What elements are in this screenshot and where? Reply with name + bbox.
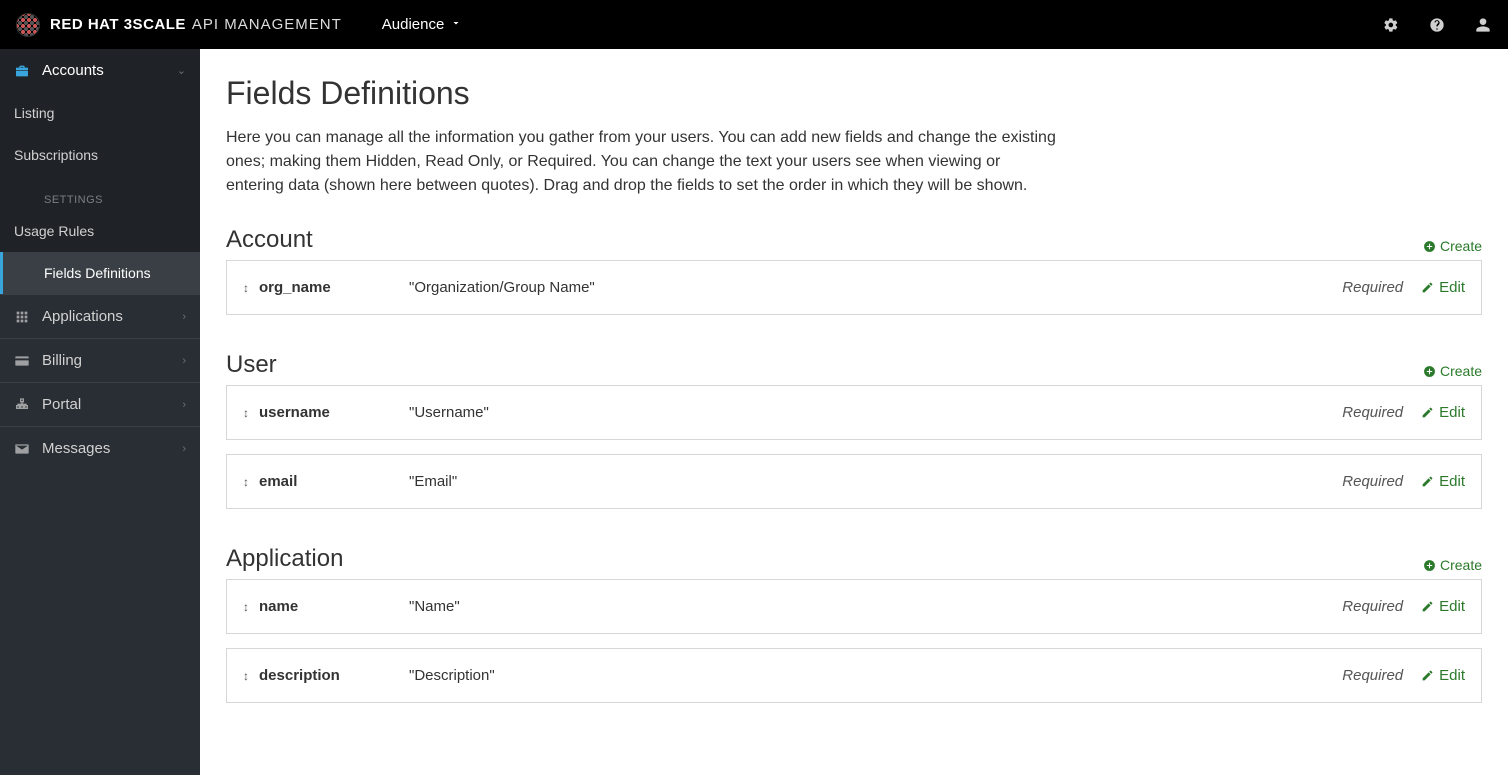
- section-title: User: [226, 351, 277, 379]
- field-name: description: [259, 667, 409, 684]
- field-status: Required: [1342, 473, 1403, 490]
- brand-text: RED HAT 3SCALE API MANAGEMENT: [50, 16, 342, 33]
- help-icon[interactable]: [1428, 16, 1446, 34]
- mail-icon: [14, 441, 30, 457]
- sidebar-item-messages[interactable]: Messages ›: [0, 426, 200, 470]
- edit-label: Edit: [1439, 404, 1465, 421]
- page-title: Fields Definitions: [226, 75, 1482, 112]
- pencil-icon: [1421, 281, 1434, 294]
- card-icon: [14, 353, 30, 369]
- edit-label: Edit: [1439, 667, 1465, 684]
- field-label: "Description": [409, 667, 1342, 684]
- drag-handle-icon[interactable]: ↕: [243, 281, 249, 295]
- drag-handle-icon[interactable]: ↕: [243, 406, 249, 420]
- gear-icon[interactable]: [1382, 16, 1400, 34]
- edit-button[interactable]: Edit: [1421, 667, 1465, 684]
- section-account: Account Create ↕ org_name "Organization/…: [226, 226, 1482, 315]
- edit-button[interactable]: Edit: [1421, 404, 1465, 421]
- plus-circle-icon: [1423, 559, 1436, 572]
- sidebar-item-accounts[interactable]: Accounts ⌄: [0, 49, 200, 92]
- top-header: RED HAT 3SCALE API MANAGEMENT Audience: [0, 0, 1508, 49]
- field-name: name: [259, 598, 409, 615]
- sitemap-icon: [14, 397, 30, 413]
- sidebar-item-applications[interactable]: Applications ›: [0, 294, 200, 338]
- create-button[interactable]: Create: [1423, 363, 1482, 379]
- brand-sub: API MANAGEMENT: [192, 16, 342, 33]
- create-label: Create: [1440, 238, 1482, 254]
- field-label: "Username": [409, 404, 1342, 421]
- drag-handle-icon[interactable]: ↕: [243, 475, 249, 489]
- section-application: Application Create ↕ name "Name" Require…: [226, 545, 1482, 703]
- section-user: User Create ↕ username "Username" Requir…: [226, 351, 1482, 509]
- sidebar-sub-subscriptions[interactable]: Subscriptions: [0, 134, 200, 176]
- sidebar-sub-fields-definitions[interactable]: Fields Definitions: [0, 252, 200, 294]
- plus-circle-icon: [1423, 365, 1436, 378]
- main-content: Fields Definitions Here you can manage a…: [200, 49, 1508, 775]
- sidebar-item-label: Portal: [42, 396, 81, 413]
- section-title: Account: [226, 226, 313, 254]
- grid-icon: [14, 309, 30, 325]
- sidebar-item-label: Billing: [42, 352, 82, 369]
- edit-label: Edit: [1439, 279, 1465, 296]
- pencil-icon: [1421, 669, 1434, 682]
- context-dropdown[interactable]: Audience: [382, 16, 463, 33]
- plus-circle-icon: [1423, 240, 1436, 253]
- field-label: "Name": [409, 598, 1342, 615]
- pencil-icon: [1421, 406, 1434, 419]
- field-status: Required: [1342, 667, 1403, 684]
- top-actions: [1382, 16, 1492, 34]
- field-row: ↕ description "Description" Required Edi…: [226, 648, 1482, 703]
- field-name: username: [259, 404, 409, 421]
- chevron-down-icon: [450, 16, 462, 33]
- field-row: ↕ name "Name" Required Edit: [226, 579, 1482, 634]
- sidebar-subheading-settings: Settings: [0, 176, 200, 210]
- sidebar: Accounts ⌄ Listing Subscriptions Setting…: [0, 49, 200, 775]
- field-row: ↕ username "Username" Required Edit: [226, 385, 1482, 440]
- brand-main: RED HAT 3SCALE: [50, 16, 186, 33]
- context-label: Audience: [382, 16, 445, 33]
- field-row: ↕ org_name "Organization/Group Name" Req…: [226, 260, 1482, 315]
- briefcase-icon: [14, 63, 30, 79]
- chevron-right-icon: ›: [182, 443, 186, 455]
- chevron-down-icon: ⌄: [177, 64, 186, 77]
- brand-logo-icon: [16, 13, 40, 37]
- create-button[interactable]: Create: [1423, 238, 1482, 254]
- create-label: Create: [1440, 363, 1482, 379]
- sidebar-sub-usage-rules[interactable]: Usage Rules: [0, 210, 200, 252]
- sidebar-item-billing[interactable]: Billing ›: [0, 338, 200, 382]
- edit-button[interactable]: Edit: [1421, 279, 1465, 296]
- chevron-right-icon: ›: [182, 355, 186, 367]
- field-status: Required: [1342, 404, 1403, 421]
- sidebar-sub-listing[interactable]: Listing: [0, 92, 200, 134]
- drag-handle-icon[interactable]: ↕: [243, 600, 249, 614]
- field-name: email: [259, 473, 409, 490]
- field-label: "Organization/Group Name": [409, 279, 1342, 296]
- field-label: "Email": [409, 473, 1342, 490]
- edit-label: Edit: [1439, 473, 1465, 490]
- field-row: ↕ email "Email" Required Edit: [226, 454, 1482, 509]
- page-description: Here you can manage all the information …: [226, 126, 1056, 198]
- create-label: Create: [1440, 557, 1482, 573]
- pencil-icon: [1421, 600, 1434, 613]
- sidebar-item-label: Accounts: [42, 62, 104, 79]
- chevron-right-icon: ›: [182, 311, 186, 323]
- drag-handle-icon[interactable]: ↕: [243, 669, 249, 683]
- pencil-icon: [1421, 475, 1434, 488]
- brand-block[interactable]: RED HAT 3SCALE API MANAGEMENT: [16, 13, 342, 37]
- chevron-right-icon: ›: [182, 399, 186, 411]
- field-name: org_name: [259, 279, 409, 296]
- edit-button[interactable]: Edit: [1421, 473, 1465, 490]
- sidebar-item-label: Messages: [42, 440, 110, 457]
- field-status: Required: [1342, 598, 1403, 615]
- create-button[interactable]: Create: [1423, 557, 1482, 573]
- section-title: Application: [226, 545, 343, 573]
- edit-button[interactable]: Edit: [1421, 598, 1465, 615]
- sidebar-subgroup-accounts: Listing Subscriptions Settings Usage Rul…: [0, 92, 200, 294]
- field-status: Required: [1342, 279, 1403, 296]
- sidebar-item-label: Applications: [42, 308, 123, 325]
- edit-label: Edit: [1439, 598, 1465, 615]
- sidebar-item-portal[interactable]: Portal ›: [0, 382, 200, 426]
- user-icon[interactable]: [1474, 16, 1492, 34]
